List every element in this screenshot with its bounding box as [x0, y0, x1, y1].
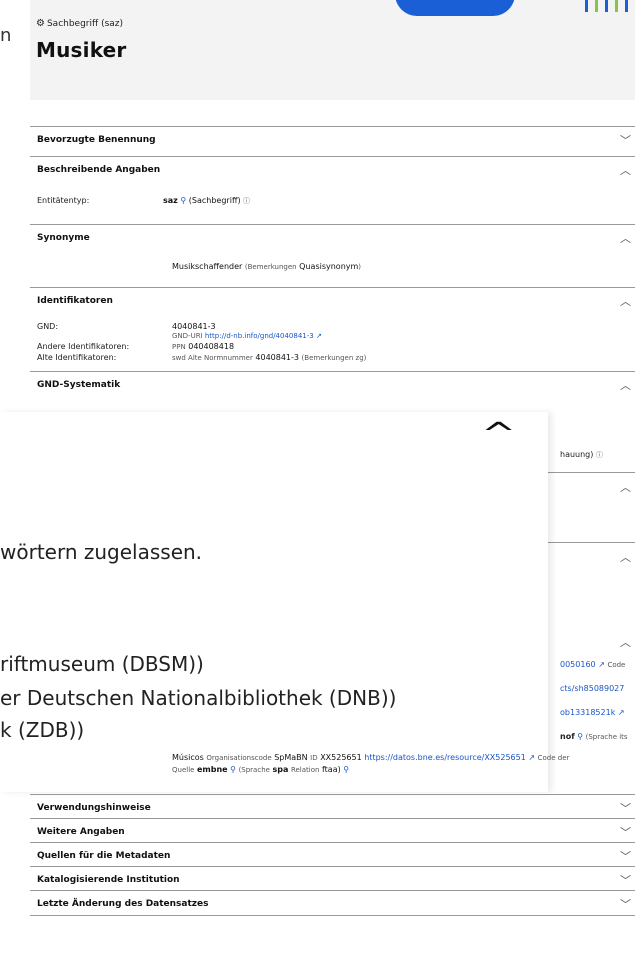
search-icon[interactable]: ⚲ — [577, 732, 583, 741]
right-section-divider-3: ︿ — [548, 628, 635, 650]
entity-type-value: saz ⚲ (Sachbegriff) ⓘ — [163, 196, 251, 205]
chevron-down-icon[interactable]: ﹀ — [620, 896, 631, 912]
overlay-panel: ^ wörtern zugelassen. riftmuseum (DBSM))… — [0, 412, 548, 792]
gnd-label: GND: — [37, 322, 59, 331]
entity-type-label: ⚙ Sachbegriff (saz) — [36, 18, 124, 29]
right-fragment-5: nof ⚲ (Sprache its — [560, 732, 628, 741]
chevron-down-icon[interactable]: ﹀ — [620, 824, 631, 840]
section-metadata-sources[interactable]: Quellen für die Metadaten ﹀ — [30, 842, 635, 867]
right-fragment-4: ob13318521k ↗ — [560, 708, 625, 717]
section-title: Synonyme — [37, 233, 90, 243]
chevron-up-icon[interactable]: ︿ — [620, 230, 631, 246]
gnd-value: 4040841-3 — [172, 322, 216, 331]
overlay-text-line-4: k (ZDB)) — [0, 718, 85, 742]
section-usage-notes[interactable]: Verwendungshinweise ﹀ — [30, 794, 635, 819]
chevron-down-icon[interactable]: ﹀ — [620, 848, 631, 864]
section-identifiers[interactable]: Identifikatoren ︿ GND: 4040841-3 GND-URI… — [30, 287, 635, 372]
section-title: Quellen für die Metadaten — [37, 851, 171, 861]
external-link-icon[interactable]: ↗ — [316, 332, 322, 340]
gear-icon: ⚙ — [36, 18, 45, 29]
chevron-down-icon[interactable]: ﹀ — [620, 132, 631, 148]
gnd-uri-row: GND-URI http://d-nb.info/gnd/4040841-3 ↗ — [172, 332, 322, 340]
brand-arc-shape — [395, 0, 515, 16]
section-title: Bevorzugte Benennung — [37, 135, 156, 145]
chevron-up-icon[interactable]: ︿ — [620, 479, 631, 495]
overlay-text-line-1: wörtern zugelassen. — [0, 540, 203, 564]
entity-type-field-label: Entitätentyp: — [37, 196, 90, 205]
section-title: Weitere Angaben — [37, 827, 125, 837]
chevron-up-icon[interactable]: ︿ — [620, 634, 631, 650]
external-link-icon[interactable]: ↗ — [528, 753, 535, 762]
other-ids-label: Andere Identifikatoren: — [37, 342, 130, 351]
right-fragment-1: hauung) ⓘ — [560, 450, 603, 459]
section-title: Identifikatoren — [37, 296, 113, 306]
section-cataloguing-institution[interactable]: Katalogisierende Institution ﹀ — [30, 866, 635, 891]
chevron-up-icon[interactable]: ︿ — [620, 293, 631, 309]
section-title: GND-Systematik — [37, 380, 121, 390]
external-link-icon[interactable]: ↗ — [618, 708, 625, 717]
synonym-value: Musikschaffender (Bemerkungen Quasisynon… — [172, 262, 362, 271]
section-gnd-system[interactable]: GND-Systematik ︿ — [30, 371, 635, 412]
bne-link[interactable]: https://datos.bne.es/resource/XX525651 — [364, 753, 526, 762]
search-icon[interactable]: ⚲ — [180, 196, 186, 205]
right-fragment-3: cts/sh85089027 — [560, 684, 625, 693]
chevron-up-icon[interactable]: ︿ — [620, 549, 631, 565]
info-icon[interactable]: ⓘ — [596, 451, 603, 459]
right-section-divider-2: ︿ — [548, 542, 635, 603]
external-link-icon[interactable]: ↗ — [598, 660, 605, 669]
musicos-source-row: Quelle embne ⚲ (Sprache spa Relation fta… — [172, 765, 350, 774]
section-synonyms[interactable]: Synonyme ︿ Musikschaffender (Bemerkungen… — [30, 224, 635, 288]
search-icon[interactable]: ⚲ — [343, 765, 349, 774]
section-title: Katalogisierende Institution — [37, 875, 180, 885]
overlay-text-line-3: er Deutschen Nationalbibliothek (DNB)) — [0, 686, 397, 710]
section-descriptive[interactable]: Beschreibende Angaben ︿ Entitätentyp: sa… — [30, 156, 635, 225]
section-title: Letzte Änderung des Datensatzes — [37, 899, 209, 909]
overlay-text-line-2: riftmuseum (DBSM)) — [0, 652, 204, 676]
search-icon[interactable]: ⚲ — [230, 765, 236, 774]
chevron-up-icon[interactable]: ^ — [481, 417, 516, 452]
chevron-down-icon[interactable]: ﹀ — [620, 800, 631, 816]
right-section-divider-1: ︿ — [548, 472, 635, 533]
info-icon[interactable]: ⓘ — [243, 197, 250, 205]
page-title: Musiker — [36, 38, 127, 62]
musicos-row: Músicos Organisationscode SpMaBN ID XX52… — [172, 753, 570, 762]
other-ids-value: PPN 040408418 — [172, 342, 235, 351]
old-ids-value: swd Alte Normnummer 4040841-3 (Bemerkung… — [172, 353, 367, 362]
chevron-down-icon[interactable]: ﹀ — [620, 872, 631, 888]
section-last-change[interactable]: Letzte Änderung des Datensatzes ﹀ — [30, 890, 635, 916]
section-title: Verwendungshinweise — [37, 803, 151, 813]
section-further-info[interactable]: Weitere Angaben ﹀ — [30, 818, 635, 843]
right-fragment-2: 0050160 ↗ Code — [560, 660, 626, 669]
background-heading-fragment: n — [0, 25, 12, 46]
chevron-up-icon[interactable]: ︿ — [620, 377, 631, 393]
chevron-up-icon[interactable]: ︿ — [620, 162, 631, 178]
section-preferred-name[interactable]: Bevorzugte Benennung ﹀ — [30, 126, 635, 157]
old-ids-label: Alte Identifikatoren: — [37, 353, 117, 362]
gnd-uri-link[interactable]: http://d-nb.info/gnd/4040841-3 — [205, 332, 314, 340]
section-title: Beschreibende Angaben — [37, 165, 161, 175]
